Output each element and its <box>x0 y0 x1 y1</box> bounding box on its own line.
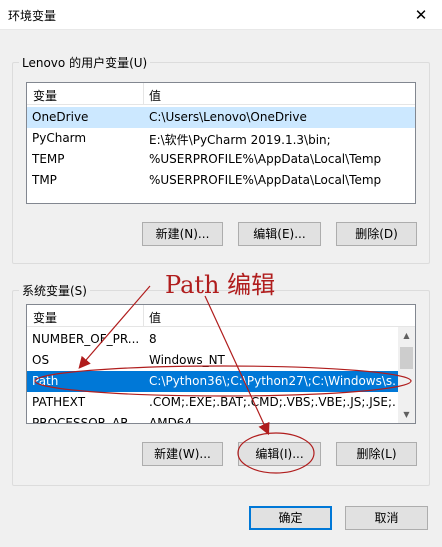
row-value: .COM;.EXE;.BAT;.CMD;.VBS;.VBE;.JS;.JSE;.… <box>149 395 396 409</box>
row-variable: NUMBER_OF_PR... <box>32 332 140 346</box>
row-value: AMD64 <box>149 416 193 424</box>
table-row[interactable]: OS Windows_NT <box>27 350 398 371</box>
table-row[interactable]: PyCharm E:\软件\PyCharm 2019.1.3\bin; <box>27 128 415 149</box>
row-variable: PROCESSOR_AR... <box>32 416 140 424</box>
system-edit-button[interactable]: 编辑(I)... <box>238 442 321 466</box>
table-row[interactable]: TMP %USERPROFILE%\AppData\Local\Temp <box>27 170 415 191</box>
window-title: 环境变量 <box>8 9 57 23</box>
close-icon[interactable]: ✕ <box>400 0 442 30</box>
row-value: %USERPROFILE%\AppData\Local\Temp <box>149 173 382 187</box>
column-separator[interactable] <box>143 305 144 327</box>
column-header-variable[interactable]: 变量 <box>33 87 57 104</box>
row-value: C:\Python36\;C:\Python27\;C:\Windows\s..… <box>149 374 396 388</box>
row-variable: TMP <box>32 173 57 187</box>
scroll-thumb[interactable] <box>400 347 413 369</box>
user-edit-button[interactable]: 编辑(E)... <box>238 222 321 246</box>
vertical-scrollbar[interactable]: ▲ ▼ <box>398 327 415 423</box>
column-header-value[interactable]: 值 <box>149 87 161 104</box>
row-variable: Path <box>32 374 59 388</box>
table-row[interactable]: OneDrive C:\Users\Lenovo\OneDrive <box>27 107 415 128</box>
user-delete-button[interactable]: 删除(D) <box>336 222 417 246</box>
system-variables-label: 系统变量(S) <box>19 282 90 299</box>
row-variable: TEMP <box>32 152 65 166</box>
annotation-label: Path 编辑 <box>165 271 276 299</box>
column-header-variable[interactable]: 变量 <box>33 309 57 326</box>
system-new-button[interactable]: 新建(W)... <box>142 442 223 466</box>
user-variables-list[interactable]: 变量 值 OneDrive C:\Users\Lenovo\OneDrive P… <box>26 82 416 204</box>
row-value: C:\Users\Lenovo\OneDrive <box>149 110 307 124</box>
row-value: %USERPROFILE%\AppData\Local\Temp <box>149 152 382 166</box>
cancel-button[interactable]: 取消 <box>345 506 428 530</box>
list-header: 变量 值 <box>27 305 415 327</box>
table-row-selected[interactable]: Path C:\Python36\;C:\Python27\;C:\Window… <box>27 371 398 392</box>
row-value: 8 <box>149 332 157 346</box>
system-delete-button[interactable]: 删除(L) <box>336 442 417 466</box>
table-row[interactable]: NUMBER_OF_PR... 8 <box>27 329 398 350</box>
user-variables-label: Lenovo 的用户变量(U) <box>19 54 151 71</box>
row-value: E:\软件\PyCharm 2019.1.3\bin; <box>149 133 331 147</box>
list-header: 变量 值 <box>27 83 415 105</box>
ok-button[interactable]: 确定 <box>249 506 332 530</box>
row-value: Windows_NT <box>149 353 225 367</box>
system-variables-list[interactable]: 变量 值 NUMBER_OF_PR... 8 OS Windows_NT Pat… <box>26 304 416 424</box>
user-new-button[interactable]: 新建(N)... <box>142 222 223 246</box>
scroll-up-icon[interactable]: ▲ <box>398 327 415 344</box>
row-variable: OneDrive <box>32 110 89 124</box>
row-variable: OS <box>32 353 50 367</box>
table-row[interactable]: PROCESSOR_AR... AMD64 <box>27 413 398 424</box>
table-row[interactable]: PATHEXT .COM;.EXE;.BAT;.CMD;.VBS;.VBE;.J… <box>27 392 398 413</box>
column-header-value[interactable]: 值 <box>149 309 161 326</box>
column-separator[interactable] <box>143 83 144 105</box>
scroll-down-icon[interactable]: ▼ <box>398 406 415 423</box>
row-variable: PyCharm <box>32 131 87 145</box>
title-bar: 环境变量 ✕ <box>0 0 442 30</box>
table-row[interactable]: TEMP %USERPROFILE%\AppData\Local\Temp <box>27 149 415 170</box>
row-variable: PATHEXT <box>32 395 86 409</box>
